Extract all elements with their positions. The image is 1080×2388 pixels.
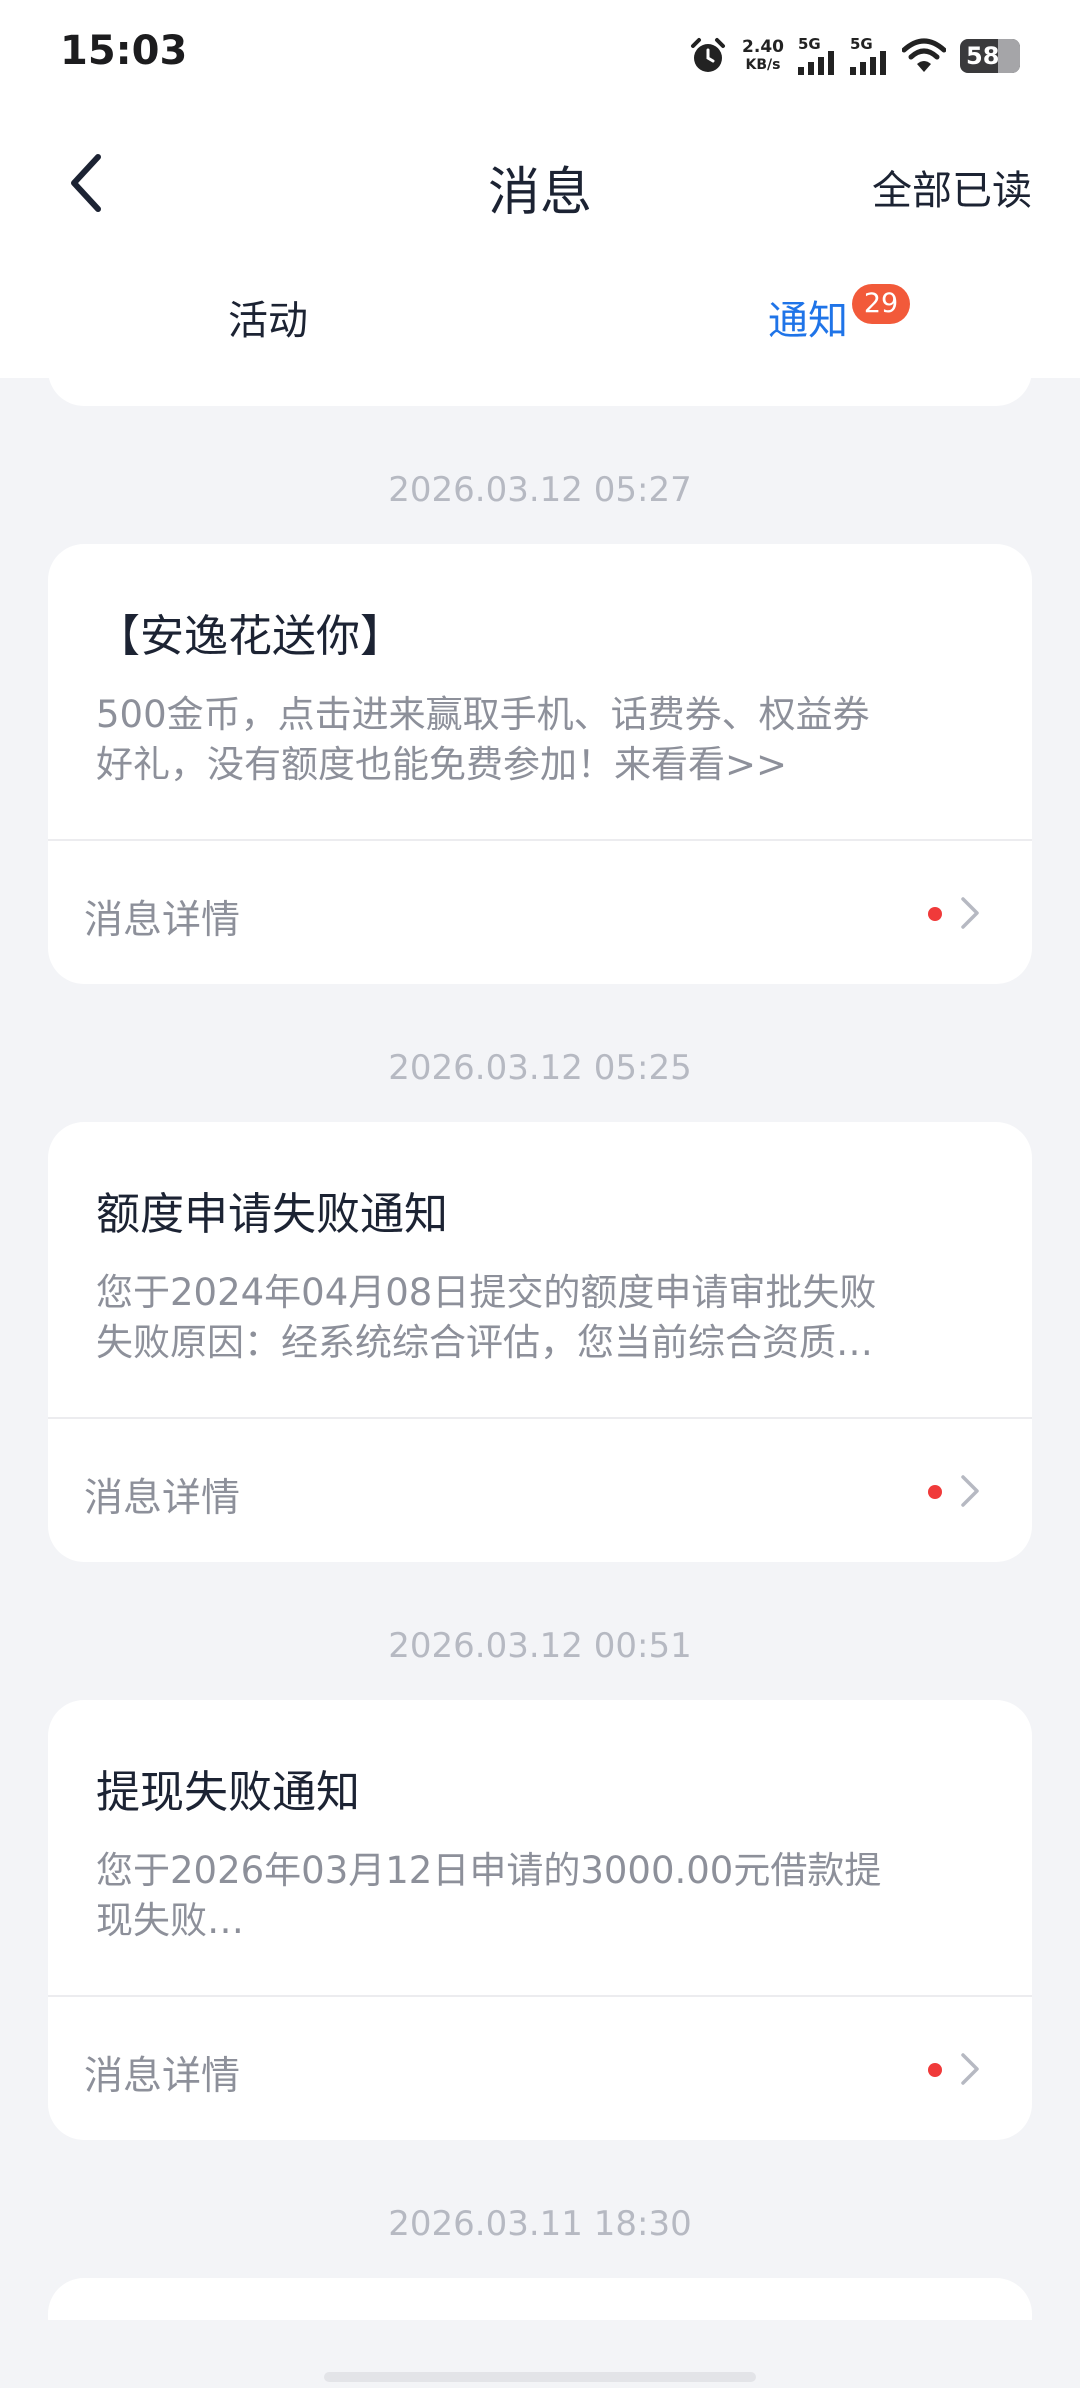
message-timestamp: 2026.03.12 00:51 [388, 1626, 692, 1666]
message-body-line: 您于2026年03月12日申请的3000.00元借款提 [96, 1849, 882, 1892]
message-body: 您于2024年04月08日提交的额度申请审批失败 失败原因：经系统综合评估，您当… [96, 1268, 984, 1368]
message-detail-row[interactable]: 消息详情 [48, 841, 1032, 984]
message-card[interactable]: 额度申请失败通知 您于2024年04月08日提交的额度申请审批失败 失败原因：经… [48, 1122, 1032, 1562]
navigation-header: 消息 全部已读 [0, 118, 1080, 248]
unread-dot [928, 2063, 942, 2077]
chevron-right-icon [961, 1475, 979, 1507]
network-speed-value: 2.40 [742, 37, 784, 57]
message-timestamp: 2026.03.12 05:25 [388, 1048, 692, 1088]
tab-activity[interactable]: 活动 [228, 288, 308, 346]
previous-card-edge [48, 340, 1032, 406]
network-speed: 2.40 KB/s [742, 38, 784, 74]
message-detail-label: 消息详情 [84, 2054, 241, 2099]
tab-notifications[interactable]: 通知 [768, 288, 848, 346]
notifications-count-badge: 29 [852, 284, 910, 324]
message-timestamp: 2026.03.12 05:27 [388, 470, 692, 510]
message-detail-label: 消息详情 [84, 1476, 241, 1521]
chevron-right-icon [961, 897, 979, 929]
signal-sim1: 5G [798, 37, 836, 75]
unread-dot [928, 1485, 942, 1499]
signal-bars-icon [798, 51, 834, 75]
message-title: 额度申请失败通知 [96, 1189, 448, 1240]
network-speed-unit: KB/s [745, 57, 781, 73]
message-card[interactable] [48, 2278, 1032, 2320]
message-body: 您于2026年03月12日申请的3000.00元借款提 现失败… [96, 1846, 984, 1946]
message-card[interactable]: 【安逸花送你】 500金币，点击进来赢取手机、话费券、权益券 好礼，没有额度也能… [48, 544, 1032, 984]
message-body: 500金币，点击进来赢取手机、话费券、权益券 好礼，没有额度也能免费参加！来看看… [96, 690, 984, 790]
message-body-line: 500金币，点击进来赢取手机、话费券、权益券 [96, 693, 870, 736]
message-body-line: 您于2024年04月08日提交的额度申请审批失败 [96, 1271, 877, 1314]
mark-all-read-button[interactable]: 全部已读 [872, 158, 1032, 216]
message-detail-row[interactable]: 消息详情 [48, 1419, 1032, 1562]
message-body-line: 好礼，没有额度也能免费参加！来看看>> [96, 743, 788, 786]
message-detail-row[interactable]: 消息详情 [48, 1997, 1032, 2140]
status-icons: 2.40 KB/s 5G 5G 58 [688, 36, 1020, 76]
signal-bars-icon [850, 51, 886, 75]
message-card[interactable]: 提现失败通知 您于2026年03月12日申请的3000.00元借款提 现失败… … [48, 1700, 1032, 2140]
home-indicator[interactable] [324, 2372, 756, 2382]
message-body-line: 现失败… [96, 1899, 244, 1942]
message-title: 【安逸花送你】 [96, 611, 404, 662]
messages-screen: 15:03 2.40 KB/s 5G 5G 58 消息 全部已读 活动 通知 2… [0, 0, 1080, 2388]
message-title: 提现失败通知 [96, 1767, 360, 1818]
alarm-icon [691, 38, 726, 72]
chevron-right-icon [961, 2053, 979, 2085]
battery-level: 58 [966, 42, 1000, 70]
wifi-icon [902, 38, 946, 72]
sim1-type: 5G [798, 35, 821, 53]
message-timestamp: 2026.03.11 18:30 [388, 2204, 692, 2244]
battery-icon: 58 [960, 39, 1020, 73]
status-time: 15:03 [60, 28, 188, 74]
status-bar: 15:03 2.40 KB/s 5G 5G 58 [0, 0, 1080, 118]
message-body-line: 失败原因：经系统综合评估，您当前综合资质… [96, 1321, 873, 1364]
unread-dot [928, 907, 942, 921]
signal-sim2: 5G [850, 37, 888, 75]
sim2-type: 5G [850, 35, 873, 53]
message-detail-label: 消息详情 [84, 898, 241, 943]
